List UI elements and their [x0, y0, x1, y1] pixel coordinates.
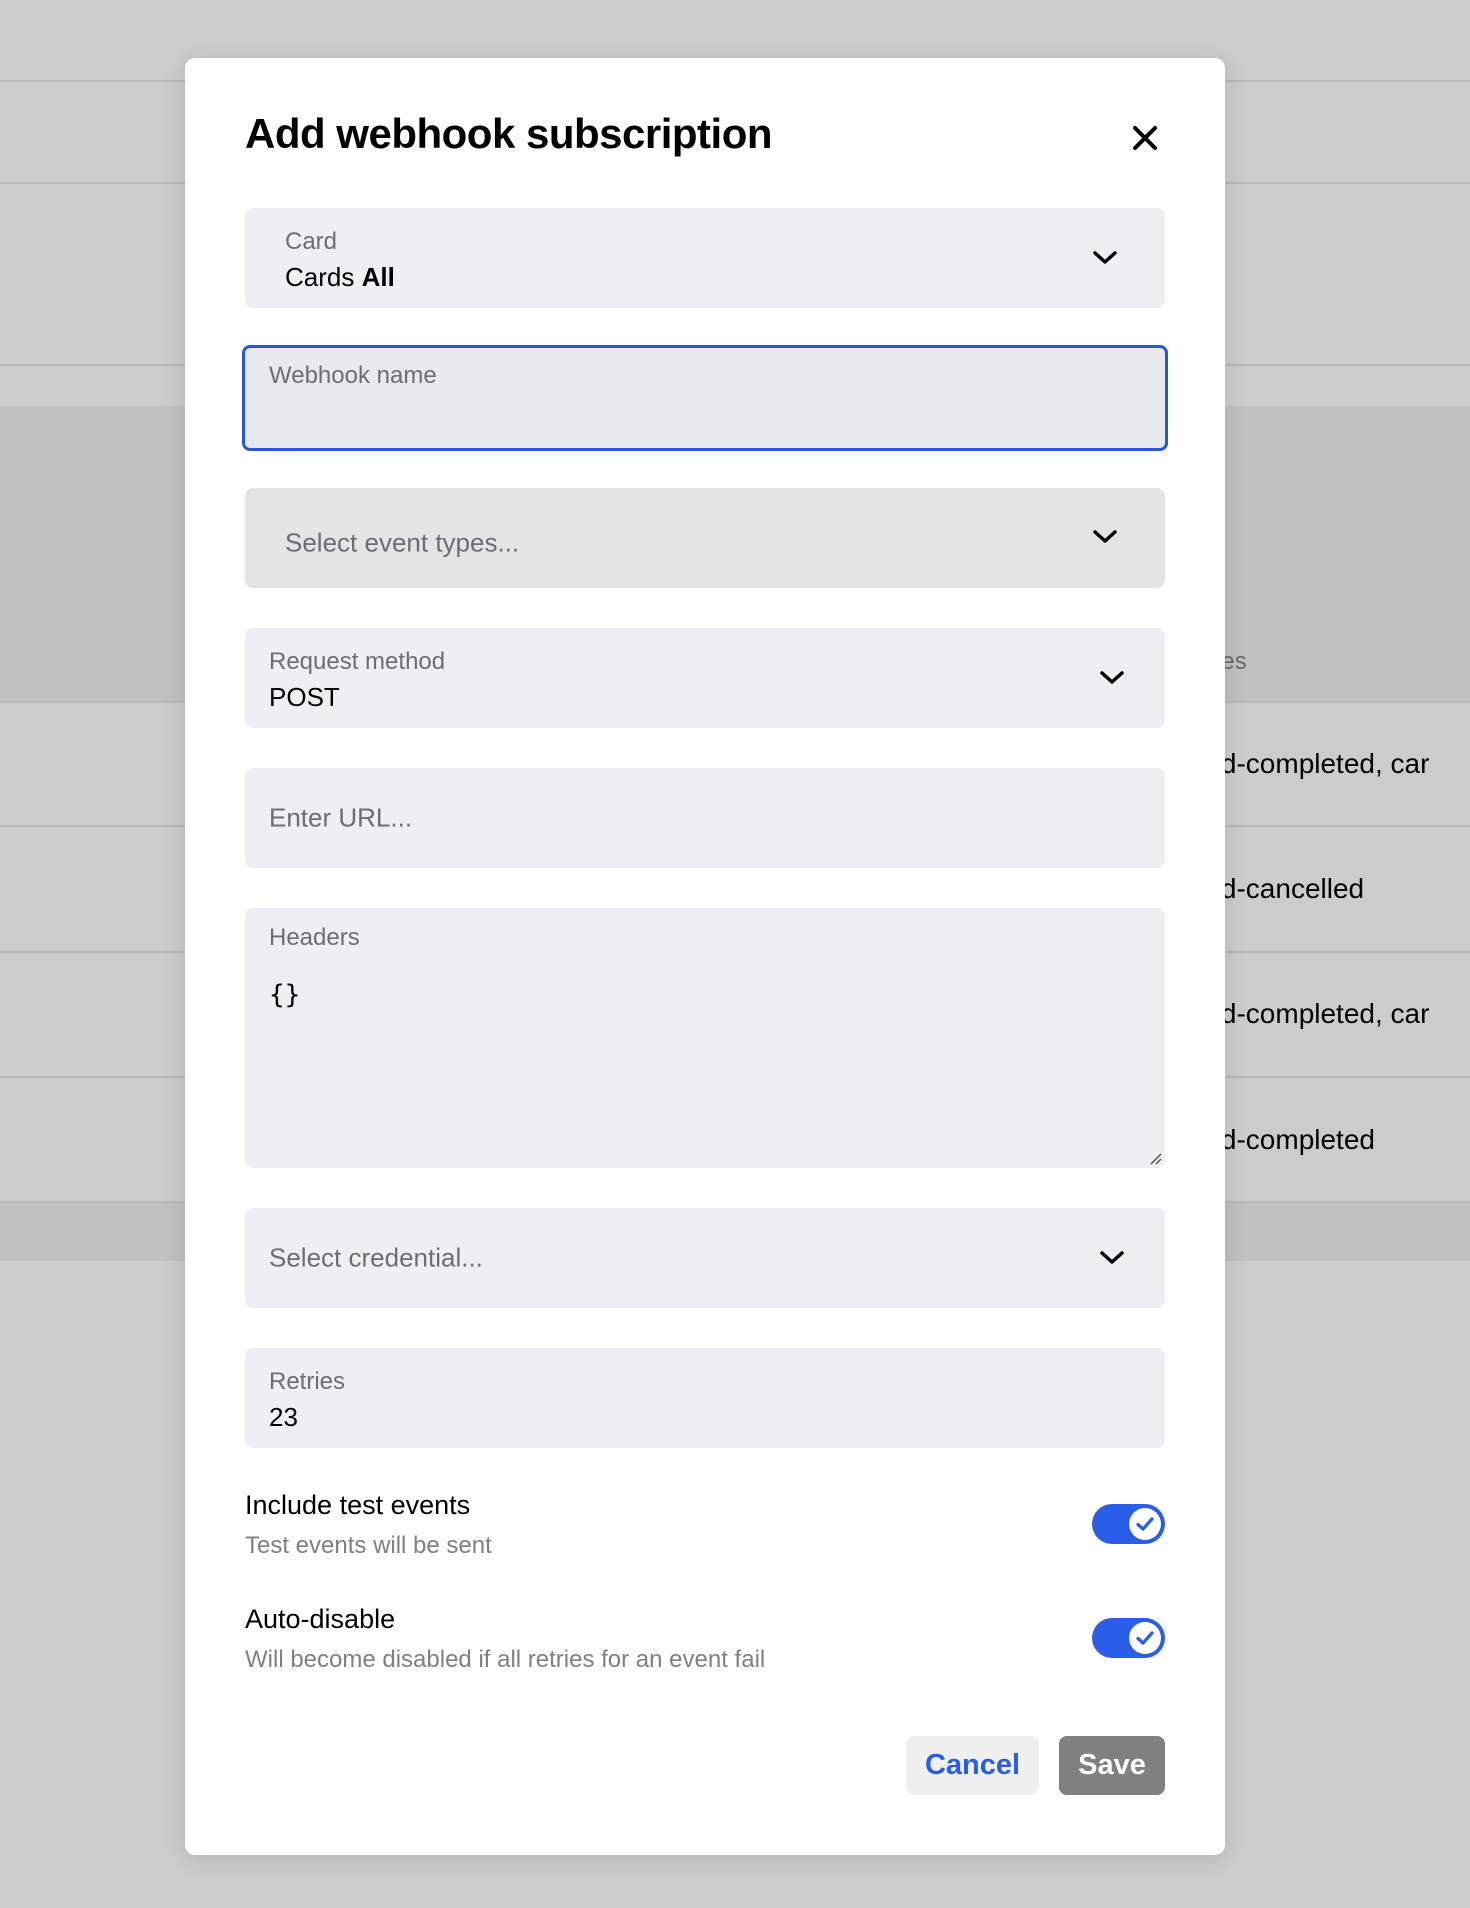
retries-label: Retries: [269, 1368, 346, 1395]
credential-select[interactable]: Select credential...: [245, 1208, 1165, 1308]
chevron-down-icon: [1100, 671, 1124, 684]
credential-placeholder: Select credential...: [269, 1242, 483, 1273]
request-method-label: Request method: [269, 648, 446, 675]
add-webhook-modal: Add webhook subscription Card Cards All …: [185, 58, 1225, 1855]
request-method-select[interactable]: Request method POST: [245, 628, 1165, 728]
include-test-events-row: Include test events Test events will be …: [245, 1490, 1165, 1570]
headers-label: Headers: [269, 924, 360, 951]
headers-value: {}: [269, 980, 301, 1010]
webhook-name-input[interactable]: Webhook name: [242, 345, 1168, 451]
auto-disable-description: Will become disabled if all retries for …: [245, 1646, 766, 1673]
url-input[interactable]: Enter URL...: [245, 768, 1165, 868]
chevron-down-icon: [1093, 530, 1117, 543]
include-test-events-toggle[interactable]: [1092, 1504, 1165, 1544]
url-placeholder: Enter URL...: [269, 802, 413, 833]
chevron-down-icon: [1093, 251, 1117, 264]
auto-disable-row: Auto-disable Will become disabled if all…: [245, 1604, 1165, 1684]
table-cell: ard-completed, car: [1196, 998, 1430, 1029]
check-icon: [1136, 1517, 1154, 1531]
retries-input[interactable]: Retries 23: [245, 1348, 1165, 1448]
table-cell: ard-completed, car: [1196, 748, 1430, 779]
modal-title: Add webhook subscription: [245, 110, 773, 157]
webhook-name-label: Webhook name: [269, 362, 437, 389]
include-test-events-title: Include test events: [245, 1490, 471, 1520]
card-select[interactable]: Card Cards All: [245, 208, 1165, 308]
auto-disable-toggle[interactable]: [1092, 1618, 1165, 1658]
request-method-value: POST: [269, 682, 340, 712]
card-select-label: Card: [285, 228, 338, 255]
include-test-events-description: Test events will be sent: [245, 1532, 492, 1559]
event-types-placeholder: Select event types...: [285, 527, 520, 558]
event-types-select[interactable]: Select event types...: [245, 488, 1165, 588]
headers-textarea[interactable]: Headers {}: [245, 908, 1165, 1168]
check-icon: [1136, 1631, 1154, 1645]
cancel-button[interactable]: Cancel: [906, 1736, 1039, 1795]
toggle-knob: [1129, 1508, 1161, 1540]
card-select-value: Cards All: [285, 262, 395, 292]
close-button[interactable]: [1127, 120, 1163, 156]
resize-handle-icon[interactable]: [1147, 1150, 1163, 1166]
toggle-knob: [1129, 1622, 1161, 1654]
retries-value: 23: [269, 1402, 298, 1432]
close-icon: [1133, 126, 1157, 150]
auto-disable-title: Auto-disable: [245, 1604, 396, 1634]
save-button[interactable]: Save: [1059, 1736, 1165, 1795]
chevron-down-icon: [1100, 1251, 1124, 1264]
